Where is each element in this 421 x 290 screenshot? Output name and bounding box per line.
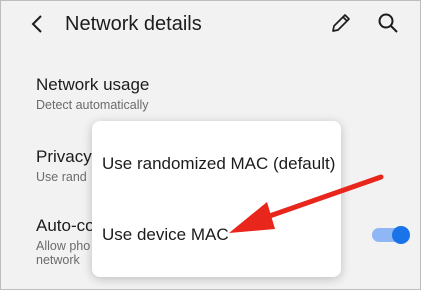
annotation-arrow xyxy=(229,174,384,233)
option-device-mac[interactable]: Use device MAC xyxy=(102,225,229,245)
setting-title: Privacy xyxy=(36,147,92,166)
pencil-icon[interactable] xyxy=(330,12,352,34)
page-title: Network details xyxy=(65,13,202,35)
setting-network-usage[interactable]: Network usage Detect automatically xyxy=(36,75,149,112)
back-arrow-icon[interactable] xyxy=(27,13,49,35)
screen: Network details Network usage Detect aut… xyxy=(0,0,421,290)
setting-subtitle: Detect automatically xyxy=(36,98,149,112)
setting-subtitle: Allow pho network xyxy=(36,239,95,267)
setting-title: Auto-co xyxy=(36,216,95,235)
setting-title: Network usage xyxy=(36,75,150,94)
setting-privacy[interactable]: Privacy Use rand xyxy=(36,147,92,184)
setting-subtitle: Use rand xyxy=(36,170,87,184)
setting-auto-connect[interactable]: Auto-co Allow pho network xyxy=(36,216,95,267)
setting-subtitle-line: Allow pho xyxy=(36,239,91,253)
setting-subtitle-line: network xyxy=(36,253,80,267)
app-bar: Network details xyxy=(1,1,420,51)
search-icon[interactable] xyxy=(377,12,399,34)
